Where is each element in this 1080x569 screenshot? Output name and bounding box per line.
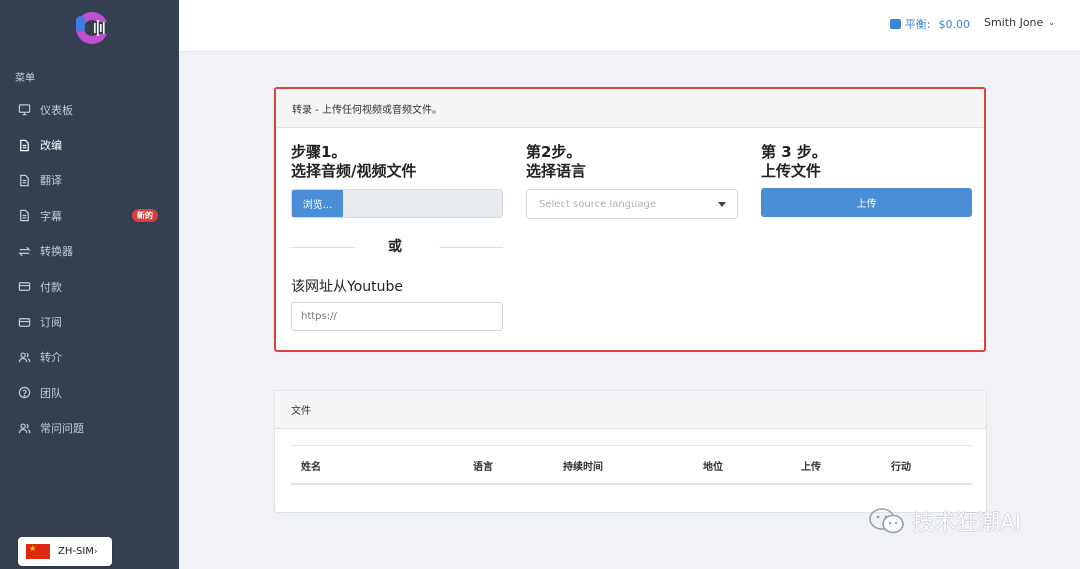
- files-table: 姓名 语言 持续时间 地位 上传 行动: [291, 445, 972, 485]
- balance-amount: $0.00: [938, 17, 971, 31]
- users-icon: [18, 351, 31, 364]
- watermark-text: 技术狂潮AI: [912, 511, 1022, 536]
- sidebar-item-label: 团队: [40, 386, 62, 400]
- sidebar-item-label: 仪表板: [40, 103, 73, 117]
- step3-text: 上传文件: [761, 162, 822, 180]
- swap-icon: [18, 245, 31, 258]
- language-select-placeholder: Select source language: [539, 198, 656, 210]
- browse-button[interactable]: 浏览...: [292, 190, 343, 217]
- sidebar-item-label: 常问问题: [40, 422, 84, 436]
- sidebar-item-label: 订阅: [40, 316, 62, 330]
- divider-line: [291, 247, 355, 248]
- files-card-header: 文件: [275, 391, 986, 429]
- caret-down-icon: [718, 202, 726, 207]
- step1-text: 选择音频/视频文件: [291, 162, 417, 180]
- sidebar-nav: 仪表板 改编 翻译 字幕 新的 转换器 付款 订阅 转介 团队 常问问题: [0, 92, 179, 446]
- youtube-url-input[interactable]: [291, 302, 503, 331]
- sidebar-item-dashboard[interactable]: 仪表板: [0, 92, 179, 127]
- step1-number: 步骤1。: [291, 143, 347, 161]
- step3-number: 第 3 步。: [761, 143, 827, 161]
- column-header-status[interactable]: 地位: [703, 458, 723, 473]
- sidebar-item-label: 字幕: [40, 209, 62, 223]
- sidebar-item-label: 转介: [40, 351, 62, 365]
- chevron-right-icon: ›: [93, 546, 98, 557]
- upload-button[interactable]: 上传: [761, 188, 972, 217]
- sidebar: 菜单 仪表板 改编 翻译 字幕 新的 转换器 付款 订阅 转介 团队 常问问题 …: [0, 0, 179, 569]
- wallet-icon: [889, 19, 901, 29]
- user-menu[interactable]: Smith Jone ⌄: [984, 16, 1055, 29]
- column-header-uploaded[interactable]: 上传: [801, 458, 821, 473]
- column-header-language[interactable]: 语言: [473, 458, 493, 473]
- sidebar-item-label: 付款: [40, 280, 62, 294]
- sidebar-item-converter[interactable]: 转换器: [0, 234, 179, 269]
- column-header-action: 行动: [891, 462, 911, 473]
- step2-title: 第2步。 选择语言: [526, 143, 586, 181]
- language-label: ZH-SIM: [58, 546, 94, 557]
- sidebar-item-referral[interactable]: 转介: [0, 340, 179, 375]
- credit-card-icon: [18, 280, 31, 293]
- sidebar-item-label: 改编: [40, 139, 62, 153]
- document-icon: [18, 139, 31, 152]
- app-logo[interactable]: [70, 8, 110, 46]
- youtube-url-label: 该网址从Youtube: [291, 279, 403, 295]
- step1-title: 步骤1。 选择音频/视频文件: [291, 143, 416, 181]
- divider-line: [439, 247, 503, 248]
- user-name: Smith Jone: [984, 16, 1044, 29]
- monitor-icon: [18, 103, 31, 116]
- china-flag-icon: ★: [26, 544, 50, 559]
- upload-card-header: 转录 - 上传任何视频或音频文件。: [276, 89, 984, 128]
- column-header-name[interactable]: 姓名: [301, 458, 321, 473]
- help-circle-icon: [18, 386, 31, 399]
- sidebar-item-subscription[interactable]: 订阅: [0, 304, 179, 339]
- source-language-select[interactable]: Select source language: [526, 189, 738, 219]
- sidebar-item-label: 转换器: [40, 245, 73, 259]
- language-switcher[interactable]: ★ ZH-SIM ›: [18, 537, 112, 566]
- column-header-duration[interactable]: 持续时间: [563, 458, 603, 473]
- sidebar-item-team[interactable]: 团队: [0, 375, 179, 410]
- sidebar-item-label: 翻译: [40, 174, 62, 188]
- chevron-down-icon: ⌄: [1048, 18, 1055, 27]
- file-picker[interactable]: 浏览...: [291, 189, 503, 218]
- sidebar-item-subtitles[interactable]: 字幕 新的: [0, 198, 179, 233]
- watermark: 技术狂潮AI: [868, 505, 1022, 537]
- sidebar-item-payments[interactable]: 付款: [0, 269, 179, 304]
- menu-title: 菜单: [15, 73, 35, 84]
- step2-text: 选择语言: [526, 162, 587, 180]
- new-badge: 新的: [132, 209, 158, 223]
- balance-display[interactable]: 平衡: $0.00: [889, 16, 971, 32]
- step2-number: 第2步。: [526, 143, 582, 161]
- sidebar-item-faq[interactable]: 常问问题: [0, 411, 179, 446]
- balance-label: 平衡:: [904, 18, 931, 31]
- wechat-icon: [869, 508, 904, 534]
- step3-title: 第 3 步。 上传文件: [761, 143, 827, 181]
- or-divider: 或: [291, 236, 503, 256]
- document-icon: [18, 209, 31, 222]
- top-bar: 平衡: $0.00 Smith Jone ⌄: [179, 0, 1080, 52]
- sidebar-item-translate[interactable]: 翻译: [0, 163, 179, 198]
- or-label: 或: [388, 239, 402, 255]
- sidebar-item-transcribe[interactable]: 改编: [0, 127, 179, 162]
- credit-card-icon: [18, 316, 31, 329]
- transcribe-upload-card: 转录 - 上传任何视频或音频文件。 步骤1。 选择音频/视频文件 浏览... 或…: [274, 87, 986, 352]
- document-icon: [18, 174, 31, 187]
- users-icon: [18, 422, 31, 435]
- files-card: 文件 姓名 语言 持续时间 地位 上传 行动: [274, 390, 987, 513]
